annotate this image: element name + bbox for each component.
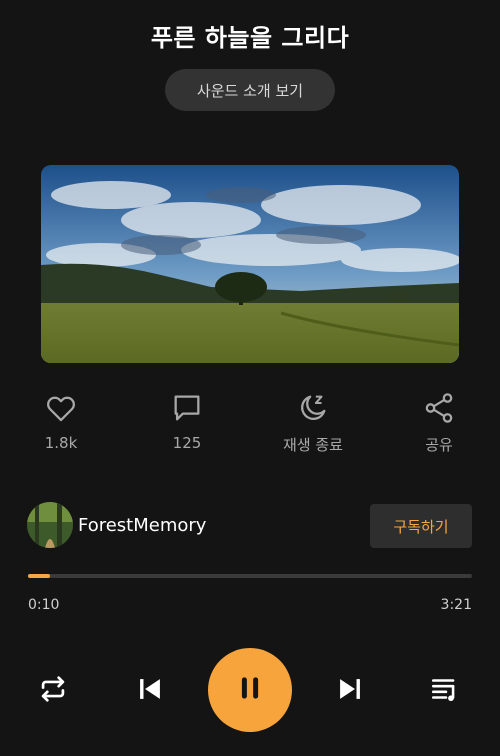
- previous-button[interactable]: [131, 672, 169, 710]
- player-screen: 푸른 하늘을 그리다 사운드 소개 보기 1.8k 125 재생 종료 공유 F…: [0, 0, 500, 756]
- next-button[interactable]: [331, 672, 369, 710]
- progress-bar[interactable]: [28, 574, 472, 578]
- like-count: 1.8k: [44, 434, 78, 452]
- comment-button[interactable]: 125: [127, 390, 247, 452]
- subscribe-button[interactable]: 구독하기: [370, 504, 472, 548]
- avatar: [27, 502, 73, 548]
- like-button[interactable]: 1.8k: [1, 390, 121, 452]
- sound-intro-button[interactable]: 사운드 소개 보기: [165, 69, 335, 111]
- current-time: 0:10: [28, 597, 60, 613]
- creator-profile[interactable]: ForestMemory: [27, 502, 206, 548]
- share-icon: [421, 390, 457, 426]
- repeat-icon: [36, 672, 70, 710]
- heart-icon: [43, 390, 79, 426]
- playback-controls: [0, 648, 500, 734]
- track-title: 푸른 하늘을 그리다: [150, 24, 350, 52]
- comment-count: 125: [172, 434, 202, 452]
- pause-button[interactable]: [208, 648, 292, 732]
- action-row: 1.8k 125 재생 종료 공유: [0, 390, 500, 460]
- playlist-button[interactable]: [427, 672, 465, 710]
- comment-icon: [169, 390, 205, 426]
- share-button[interactable]: 공유: [379, 390, 499, 455]
- moon-icon: [295, 390, 331, 426]
- sleep-timer-button[interactable]: 재생 종료: [253, 390, 373, 455]
- pause-icon: [235, 673, 265, 707]
- repeat-button[interactable]: [34, 672, 72, 710]
- playlist-icon: [429, 672, 463, 710]
- share-label: 공유: [425, 436, 453, 454]
- skip-next-icon: [333, 672, 367, 710]
- sleep-timer-label: 재생 종료: [283, 436, 343, 454]
- progress-fill: [28, 574, 51, 578]
- skip-previous-icon: [133, 672, 167, 710]
- creator-name: ForestMemory: [78, 514, 207, 536]
- cover-artwork: [41, 165, 459, 363]
- total-time: 3:21: [440, 597, 472, 613]
